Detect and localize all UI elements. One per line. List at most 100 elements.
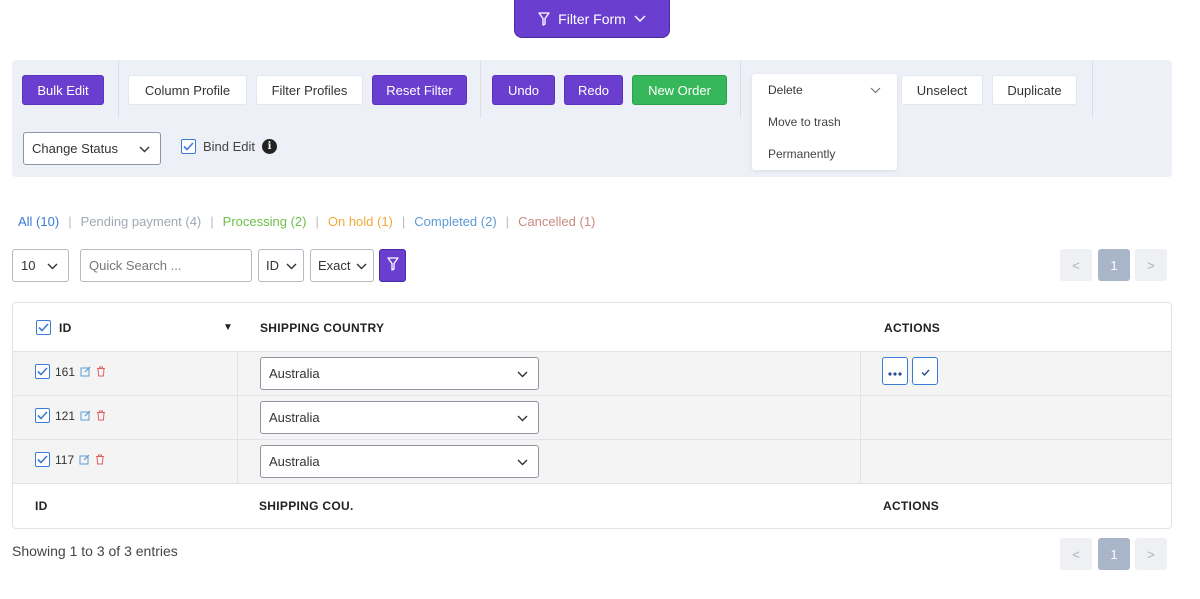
status-all-link[interactable]: All (10)	[18, 214, 59, 229]
quick-search-placeholder: Quick Search ...	[89, 258, 182, 273]
undo-button[interactable]: Undo	[492, 75, 555, 105]
status-separator: |	[68, 214, 72, 229]
apply-filter-button[interactable]	[379, 249, 406, 282]
row-checkbox[interactable]	[35, 408, 50, 423]
column-divider	[237, 351, 238, 483]
column-divider	[860, 351, 861, 483]
chevron-down-icon	[870, 83, 881, 97]
actions-column-header: ACTIONS	[884, 321, 941, 335]
match-type-select[interactable]: Exact	[310, 249, 374, 282]
edit-icon[interactable]	[79, 454, 90, 465]
unselect-button[interactable]: Unselect	[901, 75, 983, 105]
table-row: 161 Australia	[13, 351, 1171, 395]
move-to-trash-option[interactable]: Move to trash	[768, 115, 841, 129]
table-footer-divider	[13, 483, 1171, 484]
shipping-country-select[interactable]: Australia	[260, 445, 539, 478]
more-actions-button[interactable]	[882, 357, 908, 385]
toolbar-divider	[1092, 60, 1093, 118]
sort-down-icon[interactable]: ▼	[223, 322, 233, 333]
search-field-value: ID	[266, 258, 279, 273]
funnel-icon	[386, 257, 399, 274]
id-column-footer: ID	[35, 499, 48, 513]
filter-form-button[interactable]: Filter Form	[514, 0, 670, 38]
toolbar-divider	[480, 60, 481, 118]
pagination-prev-button[interactable]: <	[1060, 249, 1092, 281]
shipping-country-column-header[interactable]: SHIPPING COUNTRY	[260, 321, 384, 335]
bind-edit-checkbox[interactable]	[181, 139, 196, 154]
permanently-option[interactable]: Permanently	[768, 147, 835, 161]
search-field-select[interactable]: ID	[258, 249, 304, 282]
row-id: 117	[55, 452, 75, 467]
chevron-down-icon	[47, 258, 58, 273]
shipping-country-value: Australia	[269, 454, 320, 469]
delete-dropdown-label: Delete	[768, 83, 803, 97]
edit-icon[interactable]	[80, 410, 91, 421]
shipping-country-select[interactable]: Australia	[260, 357, 539, 390]
entries-summary: Showing 1 to 3 of 3 entries	[12, 543, 178, 559]
shipping-country-select[interactable]: Australia	[260, 401, 539, 434]
info-icon[interactable]: i	[262, 139, 278, 154]
row-checkbox[interactable]	[35, 364, 50, 379]
reset-filter-button[interactable]: Reset Filter	[372, 75, 467, 105]
row-id: 161	[55, 364, 76, 379]
funnel-icon	[538, 11, 550, 26]
pagination-prev-button[interactable]: <	[1060, 538, 1092, 570]
quick-search-input[interactable]: Quick Search ...	[80, 249, 252, 282]
filter-profiles-button[interactable]: Filter Profiles	[256, 75, 363, 105]
shipping-country-value: Australia	[269, 366, 320, 381]
chevron-down-icon	[517, 410, 528, 425]
bind-edit-label: Bind Edit	[203, 139, 256, 154]
pagination-current-page[interactable]: 1	[1098, 538, 1130, 570]
status-separator: |	[505, 214, 510, 229]
toolbar-divider	[740, 60, 741, 118]
row-id: 121	[55, 408, 76, 423]
edit-icon[interactable]	[80, 366, 91, 377]
status-processing-link[interactable]: Processing (2)	[223, 214, 307, 229]
status-filter-links: All (10) | Pending payment (4) | Process…	[18, 214, 595, 229]
status-pending-link[interactable]: Pending payment (4)	[81, 214, 202, 229]
pagination-next-button[interactable]: >	[1135, 538, 1167, 570]
pagination-current-page[interactable]: 1	[1098, 249, 1130, 281]
chevron-down-icon	[139, 141, 150, 156]
pagination-next-button[interactable]: >	[1135, 249, 1167, 281]
status-separator: |	[401, 214, 406, 229]
status-separator: |	[315, 214, 319, 229]
redo-button[interactable]: Redo	[564, 75, 623, 105]
shipping-country-column-footer: SHIPPING COU.	[259, 499, 354, 513]
shipping-country-value: Australia	[269, 410, 320, 425]
trash-icon[interactable]	[95, 454, 105, 465]
orders-table: ID ▼ SHIPPING COUNTRY ACTIONS 161 Austra…	[12, 302, 1172, 529]
column-profile-button[interactable]: Column Profile	[128, 75, 247, 105]
trash-icon[interactable]	[96, 410, 106, 421]
delete-dropdown[interactable]: Delete Move to trash Permanently	[752, 74, 897, 170]
filter-form-label: Filter Form	[558, 10, 626, 27]
new-order-button[interactable]: New Order	[632, 75, 727, 105]
per-page-select[interactable]: 10	[12, 249, 69, 282]
per-page-value: 10	[21, 258, 36, 273]
chevron-down-icon	[634, 15, 646, 23]
status-separator: |	[210, 214, 214, 229]
chevron-down-icon	[356, 258, 367, 273]
toolbar-divider	[118, 60, 119, 118]
confirm-action-button[interactable]	[912, 357, 938, 385]
row-checkbox[interactable]	[35, 452, 50, 467]
table-row: 117 Australia	[13, 439, 1171, 483]
select-all-checkbox[interactable]	[36, 320, 51, 335]
delete-dropdown-toggle[interactable]: Delete	[752, 74, 897, 106]
trash-icon[interactable]	[96, 366, 106, 377]
status-cancelled-link[interactable]: Cancelled (1)	[518, 214, 595, 229]
status-completed-link[interactable]: Completed (2)	[414, 214, 496, 229]
change-status-select[interactable]: Change Status	[23, 132, 161, 165]
actions-column-footer: ACTIONS	[883, 499, 940, 513]
status-on-hold-link[interactable]: On hold (1)	[328, 214, 393, 229]
change-status-label: Change Status	[32, 141, 119, 156]
more-icon	[888, 363, 902, 379]
chevron-down-icon	[286, 258, 297, 273]
chevron-down-icon	[517, 366, 528, 381]
chevron-down-icon	[517, 454, 528, 469]
duplicate-button[interactable]: Duplicate	[992, 75, 1077, 105]
id-column-header[interactable]: ID	[59, 321, 72, 335]
match-type-value: Exact	[318, 258, 351, 273]
table-row: 121 Australia	[13, 395, 1171, 439]
bulk-edit-button[interactable]: Bulk Edit	[22, 75, 104, 105]
